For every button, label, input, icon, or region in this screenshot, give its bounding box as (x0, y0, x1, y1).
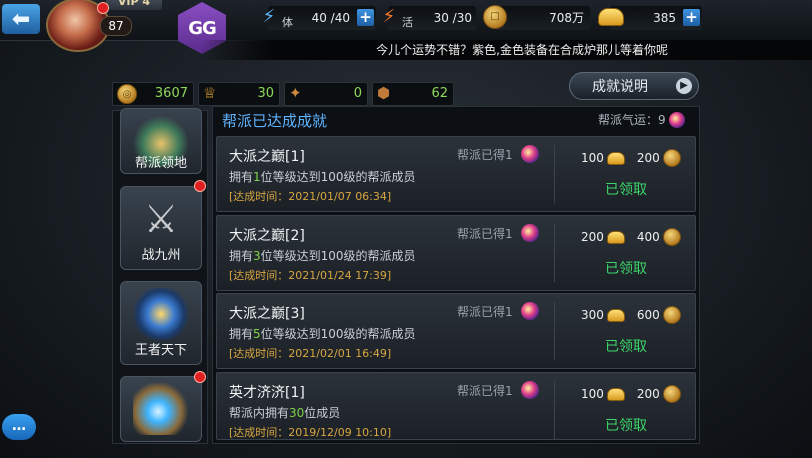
gold-value: 385 (653, 11, 676, 25)
vip-badge[interactable]: VIP 4 (106, 0, 162, 10)
achievement-date: [达成时间：2021/02/01 16:49] (229, 347, 392, 360)
stamina-label: 体 (282, 16, 293, 29)
copper-value: 708万 (549, 11, 584, 25)
guild-fortune: 帮派气运：9 (598, 111, 686, 128)
resource-value: 0 (353, 86, 362, 101)
achievement-info-button[interactable]: 成就说明 ▶ (569, 72, 699, 100)
nav-item-wangzhe-tianxia[interactable]: 王者天下 (120, 281, 202, 365)
divider (554, 145, 555, 203)
achievement-date: [达成时间：2021/01/24 17:39] (229, 269, 392, 282)
reward-list: 200 400 (581, 228, 681, 246)
helmet-icon: ♕ (203, 84, 217, 102)
achievement-info-label: 成就说明 (592, 79, 648, 95)
chat-button[interactable]: … (2, 414, 36, 440)
resource-contribution: ◎ 3607 (112, 82, 194, 106)
chat-bubble-icon: … (12, 418, 26, 434)
guild-obtained: 帮派已得1 (457, 384, 513, 398)
copper-coin-icon: □ (482, 4, 508, 30)
contribution-coin-icon (662, 385, 681, 403)
achievement-title: 大派之巅[2] (229, 228, 305, 244)
guild-obtained: 帮派已得1 (457, 305, 513, 319)
nav-item-label: 战九州 (141, 248, 181, 263)
guild-fortune-label: 帮派气运：9 (598, 113, 666, 127)
contribution-coin-icon (662, 149, 681, 167)
achievement-date: [达成时间：2019/12/09 10:10] (229, 426, 392, 439)
fortune-orb-icon (521, 224, 539, 242)
gold-ingot-icon (598, 4, 624, 30)
fortune-orb-icon (521, 145, 539, 163)
achievement-title: 大派之巅[3] (229, 306, 305, 322)
claimed-status: 已领取 (605, 339, 647, 355)
divider (554, 224, 555, 282)
token-icon: ⬢ (377, 84, 391, 102)
contribution-coin-icon (662, 228, 681, 246)
stamina-icon: ⚡ (262, 6, 276, 27)
gold-add-button[interactable]: + (683, 9, 700, 26)
achievement-card[interactable]: 大派之巅[1] 拥有1位等级达到100级的帮派成员 [达成时间：2021/01/… (216, 136, 696, 212)
claimed-status: 已领取 (605, 418, 647, 434)
stamina-add-button[interactable]: + (357, 9, 374, 26)
achievement-desc: 拥有1位等级达到100级的帮派成员 (229, 170, 416, 184)
crossed-swords-icon: ⚔ (143, 197, 179, 241)
nav-item-label: 王者天下 (134, 343, 187, 358)
achievement-card[interactable]: 英才济济[1] 帮派内拥有30位成员 [达成时间：2019/12/09 10:1… (216, 372, 696, 440)
guild-obtained: 帮派已得1 (457, 148, 513, 162)
arrow-right-icon: ▶ (676, 78, 692, 94)
guild-obtained: 帮派已得1 (457, 227, 513, 241)
fortune-orb-icon (669, 112, 686, 128)
stamina-stat: ⚡ 体 40 /40 + (263, 6, 376, 30)
vitality-icon: ⚡ (382, 6, 396, 27)
achievement-date: [达成时间：2021/01/07 06:34] (229, 190, 392, 203)
contribution-coin-icon (662, 306, 681, 324)
achievement-desc: 拥有3位等级达到100级的帮派成员 (229, 249, 416, 263)
resource-value: 3607 (154, 86, 188, 101)
fortune-orb-icon (521, 381, 539, 399)
achievement-title: 英才济济[1] (229, 385, 305, 401)
nav-notification-dot (194, 180, 206, 192)
nav-item-scroll[interactable] (120, 376, 202, 442)
reward-list: 100 200 (581, 385, 681, 403)
glowing-scroll-icon (133, 383, 189, 435)
emblem-icon (133, 288, 189, 340)
achievement-desc: 帮派内拥有30位成员 (229, 406, 341, 420)
resource-value: 30 (257, 86, 274, 101)
resource-value: 62 (431, 86, 448, 101)
contribution-coin-icon: ◎ (117, 84, 137, 104)
stamina-value: 40 /40 (311, 11, 350, 25)
achievement-card[interactable]: 大派之巅[3] 拥有5位等级达到100级的帮派成员 [达成时间：2021/02/… (216, 293, 696, 369)
achievement-title: 大派之巅[1] (229, 149, 305, 165)
nav-item-zhan-jiuzhou[interactable]: ⚔ 战九州 (120, 186, 202, 270)
divider (554, 381, 555, 439)
reward-list: 300 600 (581, 306, 681, 324)
medal-icon: ✦ (289, 84, 302, 102)
gold-ingot-icon (606, 387, 625, 401)
resource-medal: ✦ 0 (284, 82, 368, 106)
gold-ingot-icon (606, 151, 625, 165)
resource-helmet: ♕ 30 (198, 82, 280, 106)
claimed-status: 已领取 (605, 182, 647, 198)
vip-notification-dot (97, 2, 109, 14)
section-title: 帮派已达成成就 (222, 112, 328, 130)
announcement-marquee: 今儿个运势不错？紫色,金色装备在合成炉那儿等着你呢 (200, 40, 812, 60)
gold-ingot-icon (606, 230, 625, 244)
gold-ingot-icon (606, 308, 625, 322)
achievement-desc: 拥有5位等级达到100级的帮派成员 (229, 327, 416, 341)
nav-notification-dot (194, 371, 206, 383)
reward-list: 100 200 (581, 149, 681, 167)
vitality-label: 活 (402, 16, 413, 29)
nav-item-label: 帮派领地 (134, 156, 187, 171)
achievement-card[interactable]: 大派之巅[2] 拥有3位等级达到100级的帮派成员 [达成时间：2021/01/… (216, 215, 696, 291)
back-arrow-icon: ⬅ (11, 6, 31, 32)
nav-item-guild-territory[interactable]: 帮派领地 (120, 108, 202, 174)
claimed-status: 已领取 (605, 261, 647, 277)
vitality-stat: ⚡ 活 30 /30 (383, 6, 476, 30)
player-level: 87 (100, 16, 132, 36)
resource-token: ⬢ 62 (372, 82, 454, 106)
fortune-orb-icon (521, 302, 539, 320)
gold-stat: 385 + (598, 6, 702, 30)
vitality-value: 30 /30 (433, 11, 472, 25)
divider (554, 302, 555, 360)
copper-stat: □ 708万 (483, 5, 590, 30)
back-button[interactable]: ⬅ (2, 4, 40, 34)
